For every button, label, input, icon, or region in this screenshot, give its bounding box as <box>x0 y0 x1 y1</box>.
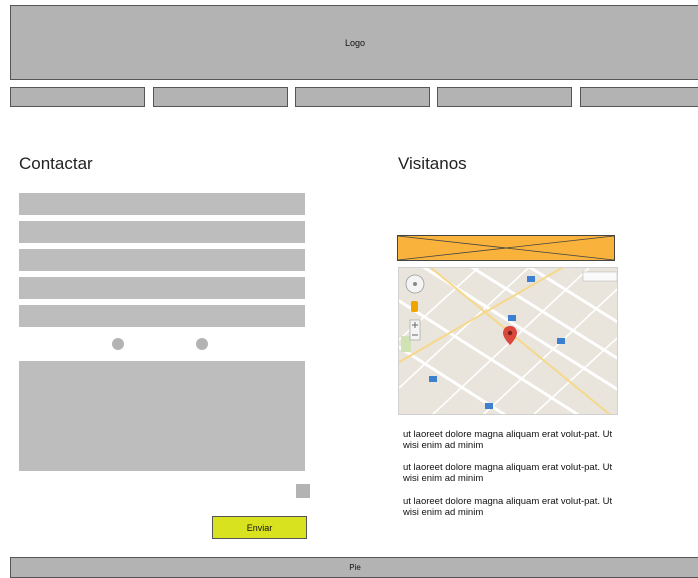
map-graphic <box>399 268 617 414</box>
contact-field-5[interactable] <box>19 305 305 327</box>
placeholder-cross-icon <box>398 236 614 260</box>
checkbox[interactable] <box>296 484 310 498</box>
footer-label: Pie <box>349 563 361 572</box>
message-textarea[interactable] <box>19 361 305 471</box>
header-logo-block: Logo <box>10 5 698 80</box>
visit-title: Visitanos <box>398 154 467 173</box>
contact-field-1[interactable] <box>19 193 305 215</box>
contact-title: Contactar <box>19 154 93 173</box>
logo-text: Logo <box>344 37 366 48</box>
footer: Pie <box>10 557 698 578</box>
radio-option-1[interactable] <box>112 338 124 350</box>
nav-item-1[interactable] <box>10 87 145 107</box>
nav-item-2[interactable] <box>153 87 288 107</box>
nav-item-3[interactable] <box>295 87 430 107</box>
contact-field-4[interactable] <box>19 277 305 299</box>
radio-option-2[interactable] <box>196 338 208 350</box>
contact-field-2[interactable] <box>19 221 305 243</box>
image-placeholder-banner <box>397 235 615 261</box>
contact-field-3[interactable] <box>19 249 305 271</box>
map-view[interactable] <box>398 267 618 415</box>
visit-paragraph-3: ut laoreet dolore magna aliquam erat vol… <box>403 496 613 518</box>
visit-paragraph-1: ut laoreet dolore magna aliquam erat vol… <box>403 429 613 451</box>
nav-item-4[interactable] <box>437 87 572 107</box>
send-button[interactable]: Enviar <box>212 516 307 539</box>
visit-paragraph-2: ut laoreet dolore magna aliquam erat vol… <box>403 462 613 484</box>
nav-item-5[interactable] <box>580 87 698 107</box>
send-button-label: Enviar <box>246 522 273 533</box>
